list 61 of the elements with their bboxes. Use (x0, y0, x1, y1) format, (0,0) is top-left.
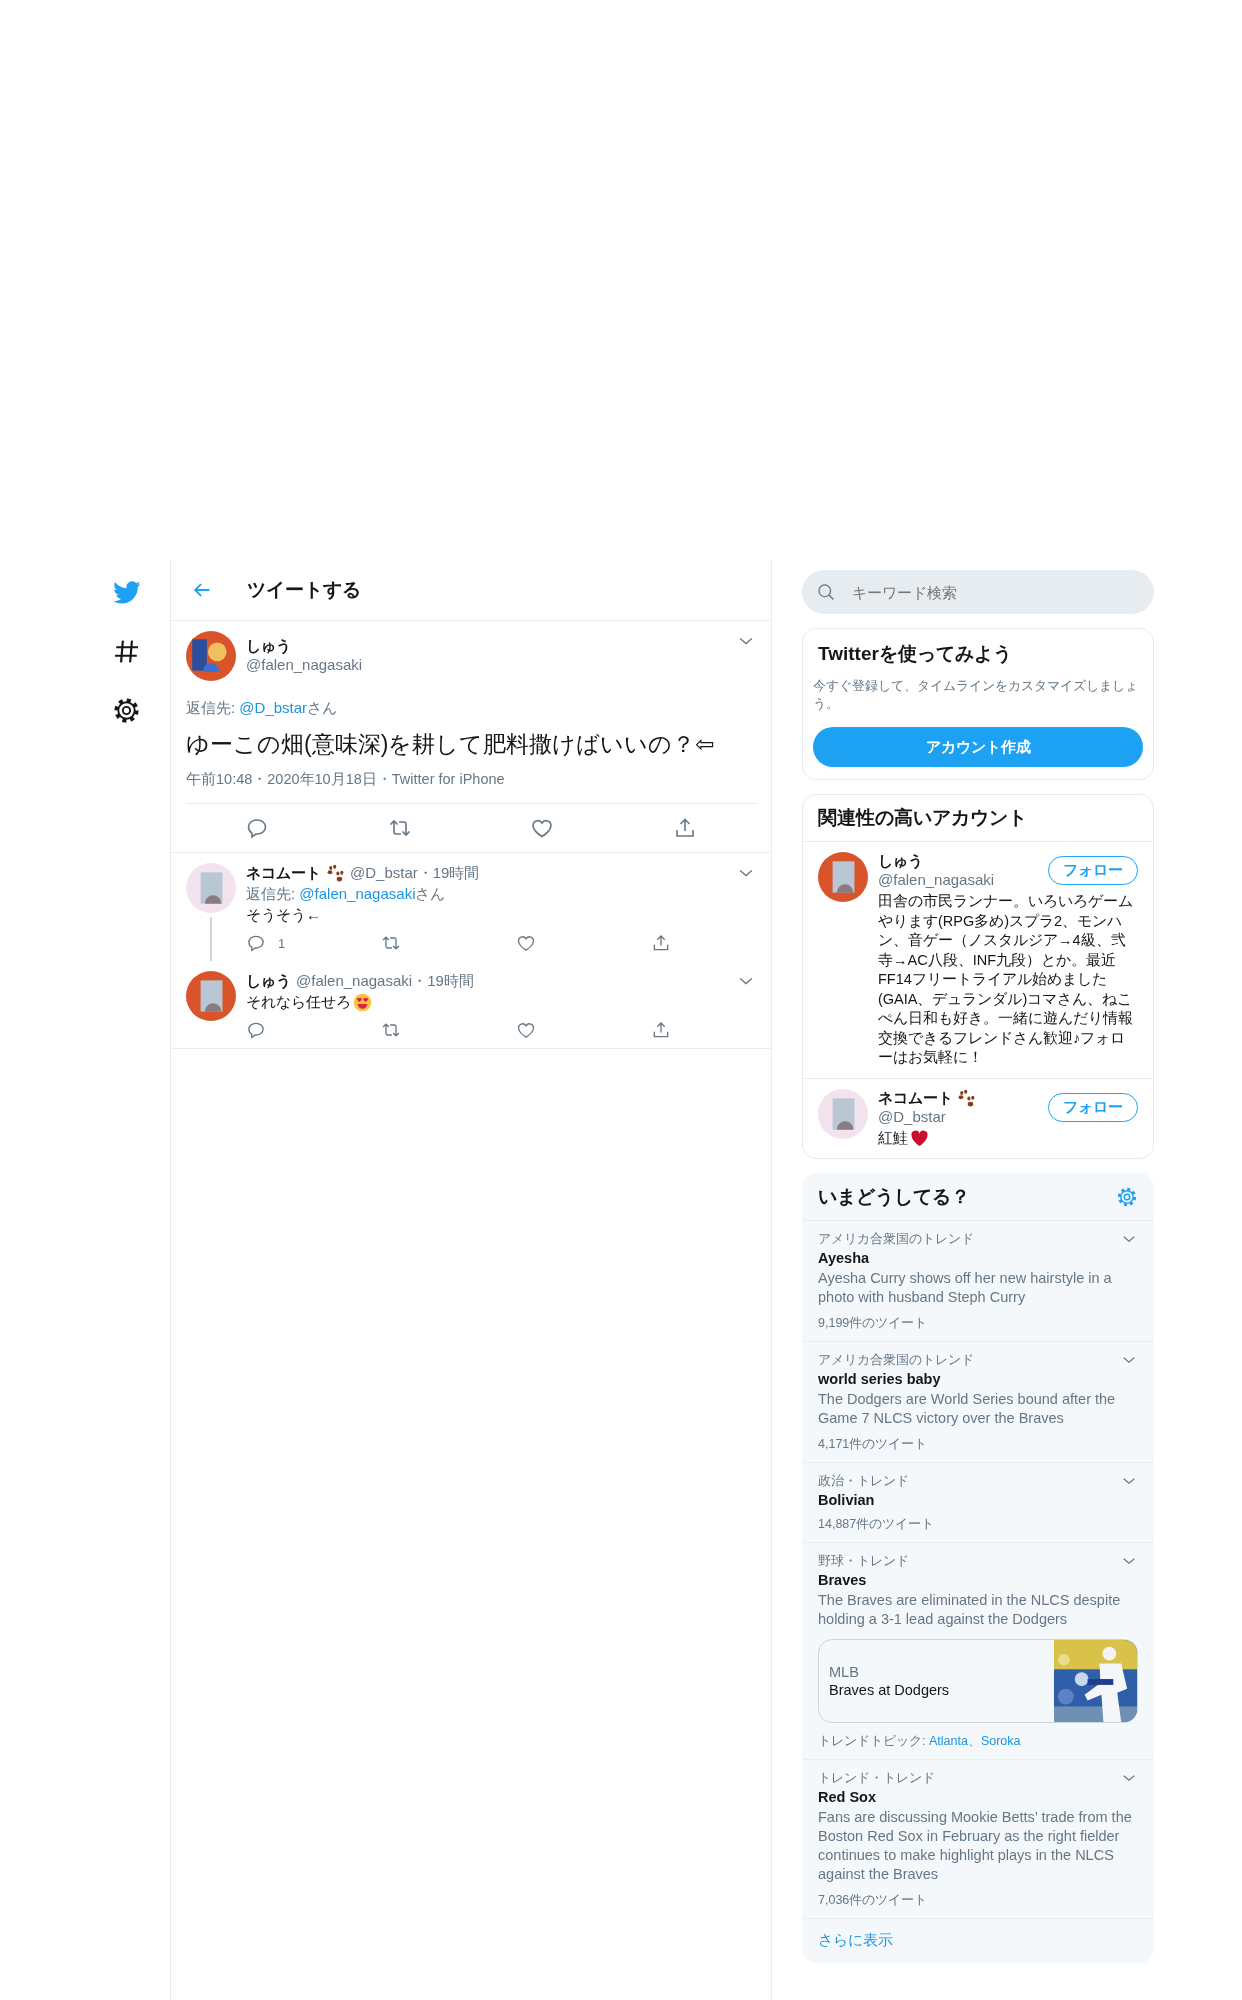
trend-description: The Braves are eliminated in the NLCS despite holding a 3-1 lead against the Dodgers (818, 1591, 1122, 1629)
heart-icon[interactable] (516, 933, 536, 953)
reply-icon[interactable] (246, 933, 266, 953)
tweet-meta: @D_bstar・19時間 (350, 863, 480, 883)
heart-icon[interactable] (516, 1020, 536, 1040)
avatar[interactable] (186, 863, 236, 913)
trend-title[interactable]: Braves (818, 1572, 1138, 1588)
user-name[interactable]: ネコムート (246, 863, 321, 883)
trend-category: 政治・トレンド (818, 1472, 909, 1490)
trend-description: Ayesha Curry shows off her new hairstyle in a photo with husband Steph Curry (818, 1269, 1113, 1307)
trend-title[interactable]: world series baby (818, 1371, 1138, 1387)
settings-icon[interactable] (112, 696, 141, 725)
trend-topics: トレンドトピック: Atlanta、Soroka (818, 1733, 1022, 1750)
user-name[interactable]: しゅう (878, 852, 923, 871)
avatar[interactable] (818, 852, 868, 902)
card-title: Twitterを使ってみよう (817, 642, 1013, 666)
search-icon (816, 582, 836, 602)
news-title: Braves at Dodgers (829, 1682, 951, 1698)
tweet-count: 9,199件のツイート (818, 1315, 929, 1332)
trend-category: 野球・トレンド (818, 1552, 909, 1570)
trend-category: アメリカ合衆国のトレンド (818, 1351, 974, 1369)
tweet-text: ゆーこの畑(意味深)を耕して肥料撒けばいいの？⇦ (186, 730, 716, 759)
user-name[interactable]: しゅう (246, 971, 291, 991)
user-name[interactable]: しゅう (246, 637, 726, 656)
trend-category: アメリカ合衆国のトレンド (818, 1230, 974, 1248)
reply-count: 1 (278, 935, 286, 951)
user-name[interactable]: ネコムート (878, 1088, 953, 1108)
trend-description: Fans are discussing Mookie Betts’ trade from the Boston Red Sox in February as the right fielder continues to make highlight plays in the NLCS against the Braves (818, 1808, 1133, 1884)
tweet-text: そうそう← (246, 906, 321, 925)
bird-logo-icon[interactable] (112, 578, 141, 607)
tweet-text: それなら任せろ (246, 993, 351, 1012)
reply-icon[interactable] (246, 1020, 266, 1040)
trend-title[interactable]: Bolivian (818, 1492, 1138, 1508)
user-handle[interactable]: @falen_nagasaki (246, 656, 726, 673)
share-icon[interactable] (651, 1020, 671, 1040)
tweet-meta: @falen_nagasaki・19時間 (296, 971, 474, 991)
trend-title[interactable]: Ayesha (818, 1250, 1138, 1266)
user-handle[interactable]: @falen_nagasaki (878, 871, 995, 888)
user-handle[interactable]: @D_bstar (878, 1107, 976, 1125)
share-icon[interactable] (651, 933, 671, 953)
tweet-count: 4,171件のツイート (818, 1436, 929, 1453)
card-title: いまどうしてる？ (817, 1185, 970, 1209)
tweet-count: 7,036件のツイート (818, 1892, 929, 1909)
avatar[interactable] (818, 1088, 868, 1139)
tweet-count: 14,887件のツイート (818, 1516, 936, 1533)
user-bio: 田舎の市民ランナー。いろいろゲームやります(RPG多め)スプラ2、モンハン、音ゲー（ノスタルジア→4級、弐寺→AC八段、INF九段）とか。最近FF14フリートライアル始めました(GAIA、デュランダル)コマさん、ねこぺん日和も好き。一緒に遊んだり情報交換できるフレンドさん歓迎♪フォローはお気軽に！ (878, 892, 1134, 1067)
avatar[interactable] (186, 631, 236, 681)
avatar[interactable] (186, 971, 236, 1021)
tweet-meta: 午前10:48・2020年10月18日・Twitter for iPhone (186, 770, 756, 804)
user-bio: 紅鮭 (878, 1128, 908, 1148)
news-card[interactable]: MLB Braves at Dodgers (818, 1639, 1138, 1723)
page-title: ツイートする (247, 578, 361, 602)
trend-description: The Dodgers are World Series bound after the Game 7 NLCS victory over the Braves (818, 1390, 1117, 1428)
trend-title[interactable]: Red Sox (818, 1789, 1138, 1805)
reply-to-text: 返信先: @falen_nagasakiさん (246, 885, 447, 904)
search-field[interactable]: キーワード検索 (802, 570, 1154, 614)
card-title: 関連性の高いアカウント (803, 795, 1153, 842)
reply-to-text: 返信先: @D_bstarさん (186, 699, 339, 718)
news-source: MLB (829, 1664, 860, 1680)
trend-category: トレンド・トレンド (818, 1769, 935, 1787)
card-text: 今すぐ登録して、タイムラインをカスタマイズしましょう。 (813, 677, 1139, 713)
